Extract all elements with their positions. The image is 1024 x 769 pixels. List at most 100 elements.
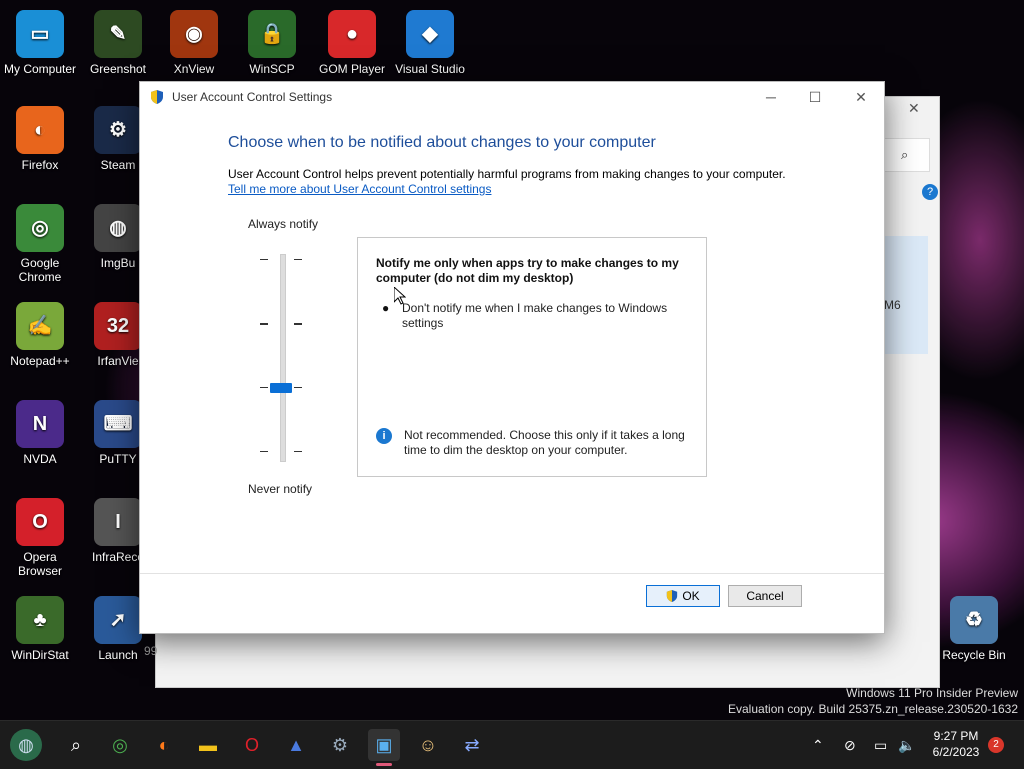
- maximize-button[interactable]: ☐: [792, 82, 838, 112]
- slider-tick: [260, 323, 268, 325]
- desktop-icon-label: Greenshot: [89, 62, 147, 76]
- watermark-line-2: Evaluation copy. Build 25375.zn_release.…: [728, 702, 1018, 716]
- divider: [140, 573, 884, 574]
- notification-badge[interactable]: 2: [988, 737, 1004, 753]
- clock[interactable]: 9:27 PM 6/2/2023: [928, 728, 984, 760]
- desktop-icon-label: My Computer: [3, 62, 77, 76]
- start-button-icon[interactable]: ◍: [10, 729, 42, 761]
- firefox-icon[interactable]: ◐: [148, 729, 180, 761]
- clock-time: 9:27 PM: [933, 729, 979, 743]
- desktop-icon-label: WinDirStat: [11, 648, 69, 662]
- bullet-icon: ●: [382, 301, 390, 315]
- desktop-icon-label: Launch: [98, 648, 138, 662]
- app-icon: O: [16, 498, 64, 546]
- app-icon: 🔒: [248, 10, 296, 58]
- opera-icon[interactable]: O: [236, 729, 268, 761]
- desktop-icon-label: NVDA: [23, 452, 57, 466]
- app-icon: ●: [328, 10, 376, 58]
- desktop-icon[interactable]: ◉ XnView: [154, 10, 234, 76]
- close-button[interactable]: ✕: [838, 82, 884, 112]
- desktop-icon-label: Opera Browser: [17, 550, 62, 578]
- desktop-icon[interactable]: ◐ Firefox: [0, 106, 80, 172]
- clock-date: 6/2/2023: [932, 745, 980, 759]
- setting-bullet-text: Don't notify me when I make changes to W…: [402, 301, 668, 330]
- desktop-icon[interactable]: ♻ Recycle Bin: [934, 596, 1014, 662]
- setting-description-box: Notify me only when apps try to make cha…: [357, 237, 707, 477]
- desktop-icon-label: Google Chrome: [18, 256, 62, 284]
- slider-tick: [260, 259, 268, 260]
- ok-button[interactable]: OK: [646, 585, 720, 607]
- mouse-cursor-icon: [394, 287, 406, 305]
- desktop-icon[interactable]: N NVDA: [0, 400, 80, 466]
- app-icon: ➚: [94, 596, 142, 644]
- warning-text: Not recommended. Choose this only if it …: [404, 428, 685, 457]
- minimize-button[interactable]: ─: [748, 82, 794, 112]
- app-icon: ⚙: [94, 106, 142, 154]
- desktop-icon[interactable]: ◎ Google Chrome: [0, 204, 80, 284]
- volume-icon[interactable]: 🔈: [898, 721, 915, 769]
- slider-tick: [294, 387, 302, 388]
- network-icon[interactable]: ⊘: [844, 721, 856, 769]
- watermark-line-1: Windows 11 Pro Insider Preview: [846, 686, 1018, 700]
- display-icon[interactable]: ▭: [874, 721, 887, 769]
- cancel-button[interactable]: Cancel: [728, 585, 802, 607]
- app-icon: ▭: [16, 10, 64, 58]
- app-icon: N: [16, 400, 64, 448]
- cancel-label: Cancel: [746, 589, 784, 603]
- app-icon: ◎: [16, 204, 64, 252]
- app-icon: I: [94, 498, 142, 546]
- slider-tick: [294, 323, 302, 325]
- network-app-icon[interactable]: ⇄: [456, 729, 488, 761]
- desktop-icon-label: WinSCP: [249, 62, 295, 76]
- app-icon: ♣: [16, 596, 64, 644]
- background-window-close-icon[interactable]: ✕: [908, 100, 920, 117]
- search-icon: ⌕: [901, 147, 909, 162]
- slider-track[interactable]: [280, 254, 286, 462]
- desktop-icon[interactable]: ▭ My Computer: [0, 10, 80, 76]
- desktop-icon[interactable]: ♣ WinDirStat: [0, 596, 80, 662]
- app-icon: ⌨: [94, 400, 142, 448]
- app-icon: ◍: [94, 204, 142, 252]
- users-icon[interactable]: ☺: [412, 729, 444, 761]
- desktop-icon[interactable]: O Opera Browser: [0, 498, 80, 578]
- description-text: User Account Control helps prevent poten…: [228, 167, 786, 181]
- active-indicator: [376, 763, 392, 766]
- learn-more-link[interactable]: Tell me more about User Account Control …: [228, 182, 491, 196]
- help-icon[interactable]: ?: [922, 184, 938, 200]
- desktop-icon[interactable]: ✎ Greenshot: [78, 10, 158, 76]
- desktop-icon-label: Firefox: [21, 158, 59, 172]
- chrome-icon[interactable]: ◎: [104, 729, 136, 761]
- desktop-icon[interactable]: ● GOM Player: [312, 10, 392, 76]
- ok-label: OK: [682, 589, 700, 603]
- desktop-icon[interactable]: ◆ Visual Studio: [390, 10, 470, 76]
- background-search-box[interactable]: ⌕: [884, 138, 930, 172]
- slider-thumb[interactable]: [270, 383, 292, 393]
- search-icon[interactable]: ⌕: [60, 729, 92, 761]
- app-icon: ◆: [406, 10, 454, 58]
- uac-shield-icon: [151, 90, 163, 104]
- control-panel-icon[interactable]: ▣: [368, 729, 400, 761]
- desktop-icon[interactable]: 🔒 WinSCP: [232, 10, 312, 76]
- uac-shield-icon: [667, 590, 678, 602]
- steam-icon[interactable]: ⚙: [324, 729, 356, 761]
- app-icon: ♻: [950, 596, 998, 644]
- slider-tick: [260, 451, 268, 452]
- desktop-icon-label: Visual Studio: [395, 62, 465, 76]
- slider-tick: [260, 387, 268, 388]
- desktop-icon[interactable]: ✍ Notepad++: [0, 302, 80, 368]
- file-explorer-icon[interactable]: ▬: [192, 729, 224, 761]
- page-heading: Choose when to be notified about changes…: [228, 134, 656, 151]
- uac-dialog: User Account Control Settings ─ ☐ ✕ Choo…: [139, 81, 885, 634]
- desktop-icon-label: Recycle Bin: [942, 648, 1006, 662]
- slider-tick: [294, 259, 302, 260]
- setting-title: Notify me only when apps try to make cha…: [376, 256, 679, 285]
- background-list-item[interactable]: [884, 236, 928, 354]
- app-icon: ✎: [94, 10, 142, 58]
- app-icon: ✍: [16, 302, 64, 350]
- app-icon: ◉: [170, 10, 218, 58]
- background-partial-text: M6: [884, 298, 901, 312]
- app-icon[interactable]: ▲: [280, 729, 312, 761]
- show-hidden-icons-icon[interactable]: ⌃: [812, 721, 824, 769]
- slider-bottom-label: Never notify: [248, 482, 313, 496]
- info-icon: i: [376, 428, 392, 444]
